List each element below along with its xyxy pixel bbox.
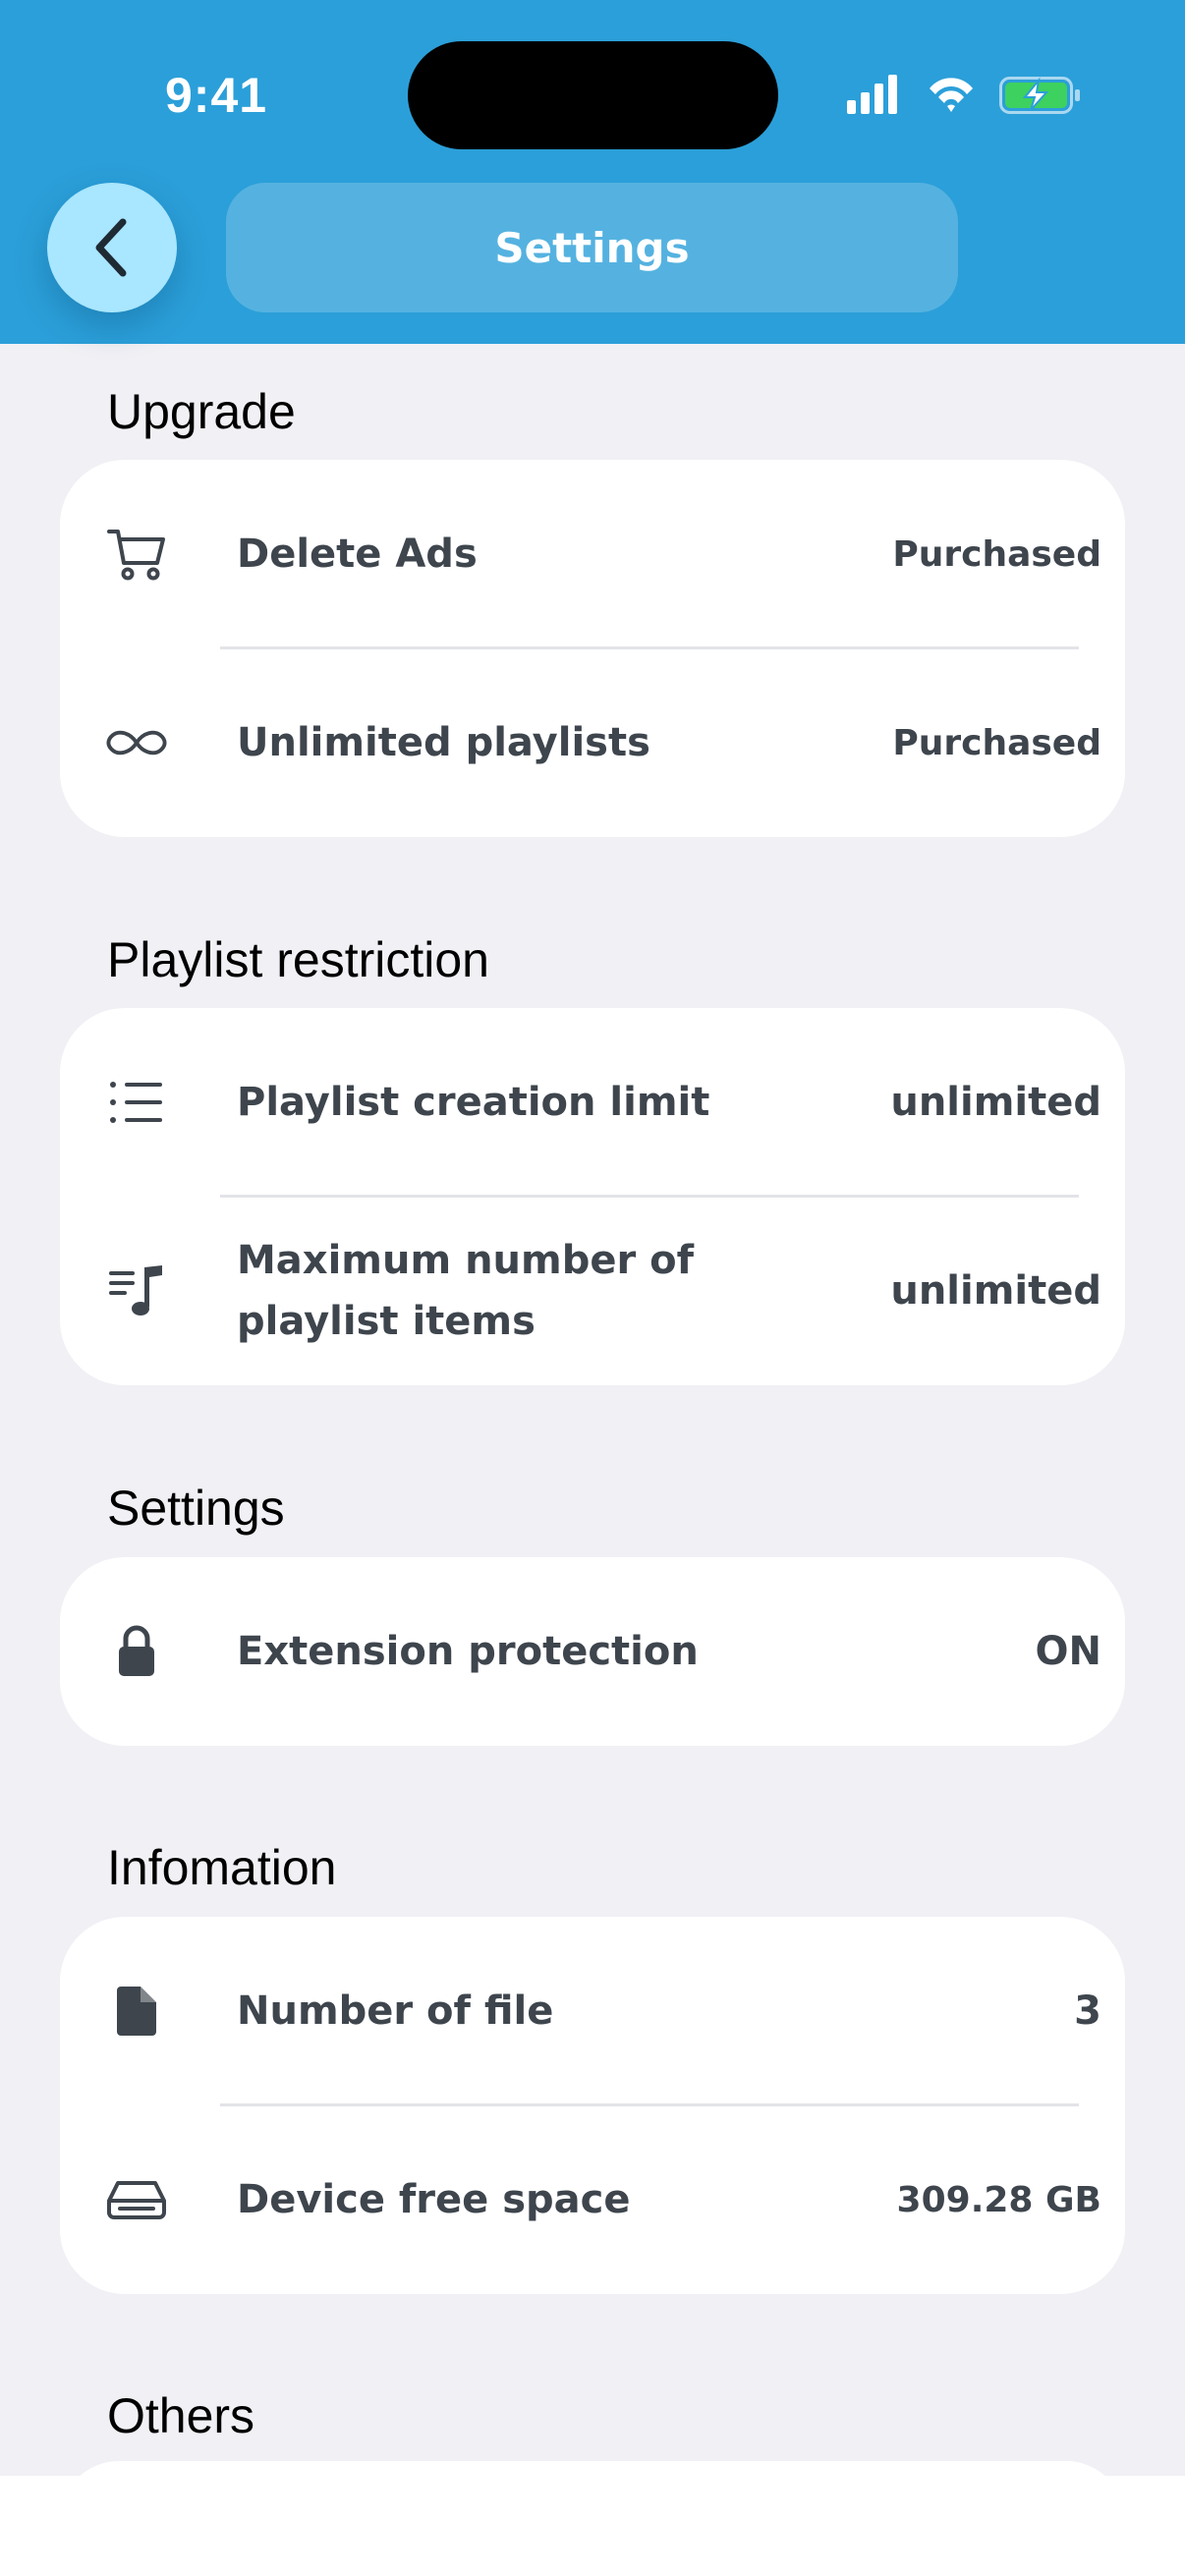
row-label: Playlist creation limit [237,1080,710,1125]
lock-icon [105,1620,168,1683]
settings-card: Extension protection ON [60,1557,1125,1746]
page-title: Settings [494,223,690,272]
row-label: Number of file [237,1988,554,2034]
drive-icon [105,2168,168,2231]
row-label: Delete Ads [237,532,478,577]
row-device-free-space[interactable]: Device free space 309.28 GB [60,2105,1125,2294]
section-title-others: Others [107,2388,255,2443]
wifi-icon [930,78,973,112]
section-title-playlist: Playlist restriction [107,932,489,987]
section-title-info: Infomation [107,1840,337,1895]
chevron-left-icon [95,218,127,277]
row-unlimited-playlists[interactable]: Unlimited playlists Purchased [60,648,1125,837]
status-icons [847,75,1080,114]
file-icon [105,1980,168,2043]
row-playlist-creation-limit[interactable]: Playlist creation limit unlimited [60,1008,1125,1197]
header-bar: 9:41 Settings [0,0,1185,344]
row-value: 309.28 GB [896,2179,1101,2220]
row-label: Extension protection [237,1629,699,1674]
upgrade-card: Delete Ads Purchased Unlimited playlists… [60,460,1125,837]
back-button[interactable] [47,183,177,312]
section-title-upgrade: Upgrade [107,384,296,439]
info-card: Number of file 3 Device free space 309.2… [60,1917,1125,2294]
row-label: Unlimited playlists [237,720,650,765]
row-value: unlimited [890,1268,1101,1314]
row-label: Maximum number of playlist items [237,1238,694,1344]
row-extension-protection[interactable]: Extension protection ON [60,1557,1125,1746]
signal-icon [847,75,897,114]
list-icon [105,1071,168,1134]
bottom-bar [0,2476,1185,2576]
row-value: Purchased [892,722,1101,763]
row-value: ON [1035,1629,1101,1674]
title-pill: Settings [226,183,958,312]
row-value: Purchased [892,533,1101,575]
status-time: 9:41 [165,68,268,123]
infinity-icon [105,711,168,774]
battery-charging-icon [999,77,1080,114]
row-max-playlist-items[interactable]: Maximum number of playlist items unlimit… [60,1197,1125,1385]
row-delete-ads[interactable]: Delete Ads Purchased [60,460,1125,648]
row-value: unlimited [890,1080,1101,1125]
playlist-card: Playlist creation limit unlimited Maximu… [60,1008,1125,1385]
row-label: Device free space [237,2177,631,2222]
music-list-icon [105,1260,168,1322]
section-title-settings: Settings [107,1481,285,1536]
dynamic-island [408,41,778,149]
row-number-of-file[interactable]: Number of file 3 [60,1917,1125,2105]
row-value: 3 [1074,1988,1101,2034]
cart-icon [105,523,168,586]
